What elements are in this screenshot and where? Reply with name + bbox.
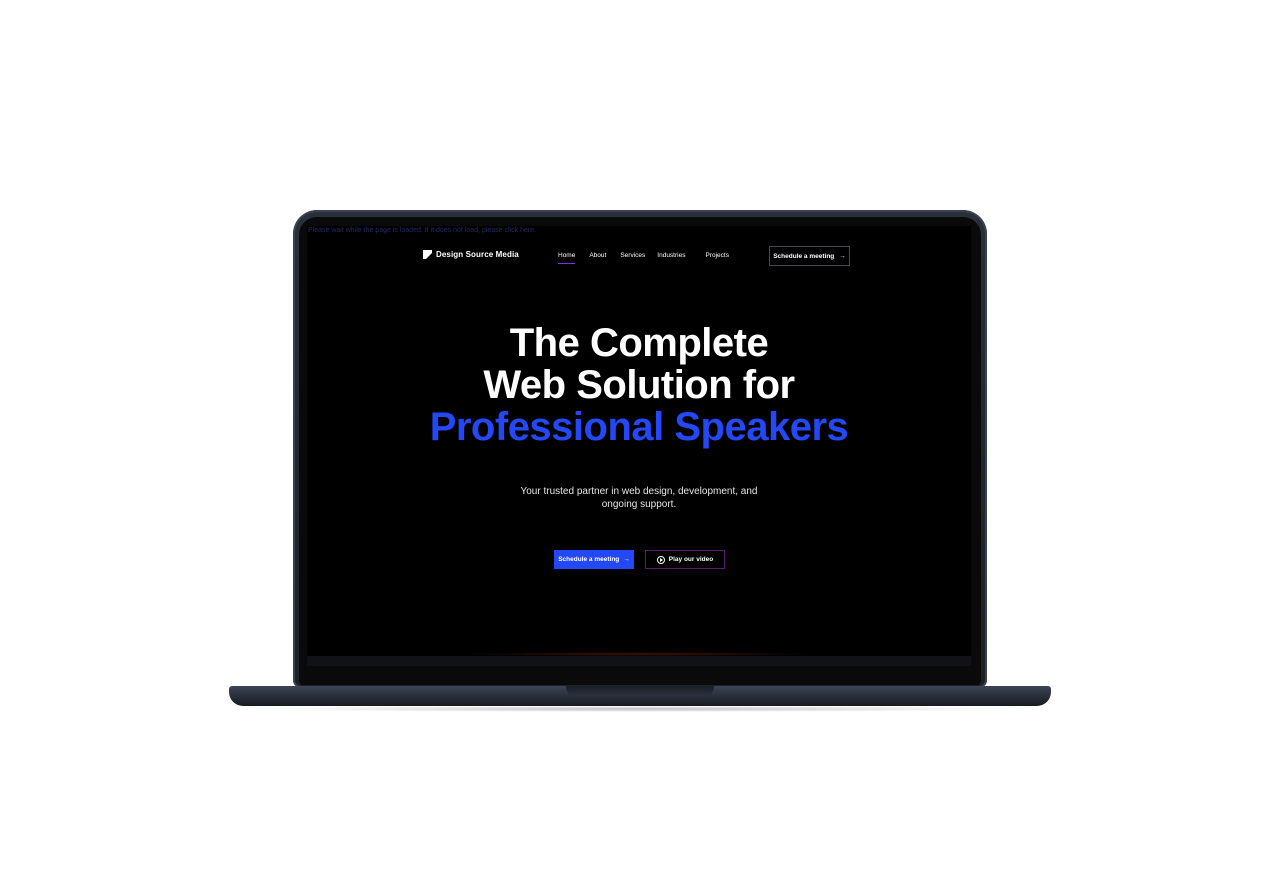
logo-mark-icon [423, 250, 432, 259]
nav-item-industries[interactable]: Industries [657, 251, 685, 260]
bottom-glow [457, 652, 821, 656]
brand-logo[interactable]: Design Source Media [423, 250, 519, 259]
website-screen: Please wait while the page is loaded. If… [307, 226, 971, 656]
schedule-meeting-button[interactable]: Schedule a meeting → [554, 550, 634, 569]
main-nav: Home About Services Industries Projects [558, 251, 729, 264]
hero-line-1: The Complete [509, 321, 769, 365]
loading-notice[interactable]: Please wait while the page is loaded. If… [307, 226, 971, 236]
nav-item-about[interactable]: About [589, 251, 606, 260]
laptop-mockup: Please wait while the page is loaded. If… [0, 0, 1280, 896]
nav-item-home[interactable]: Home [558, 251, 576, 264]
nav-item-services[interactable]: Services [620, 251, 645, 260]
laptop-base-notch [566, 686, 714, 696]
arrow-right-icon: → [839, 252, 846, 260]
play-video-label: Play our video [668, 556, 714, 563]
brand-name: Design Source Media [436, 250, 519, 259]
arrow-right-icon: → [623, 556, 630, 563]
hero-headline: The Complete Web Solution for Profession… [307, 322, 971, 448]
schedule-meeting-nav-button[interactable]: Schedule a meeting → [769, 246, 850, 266]
laptop-shadow [250, 706, 1030, 712]
hero-line-2: Web Solution for [483, 363, 795, 407]
play-video-button[interactable]: Play our video [645, 550, 725, 569]
hero-line-3: Professional Speakers [429, 405, 849, 449]
laptop-chin [307, 656, 971, 666]
nav-item-projects[interactable]: Projects [705, 251, 728, 260]
play-circle-icon [656, 555, 665, 564]
schedule-meeting-nav-label: Schedule a meeting [773, 252, 835, 260]
schedule-meeting-label: Schedule a meeting [558, 556, 620, 563]
hero-subtitle: Your trusted partner in web design, deve… [520, 486, 758, 510]
